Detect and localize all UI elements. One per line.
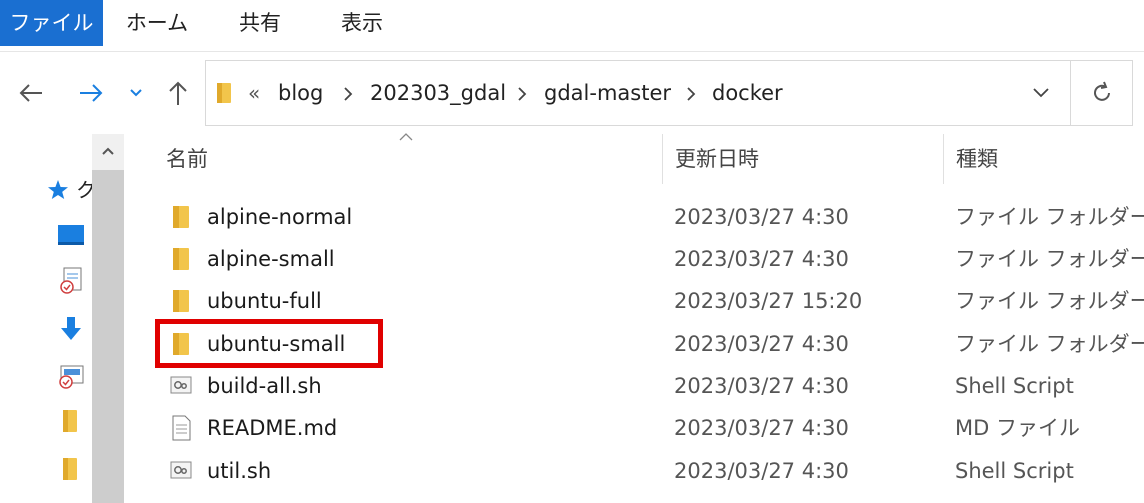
desktop-icon bbox=[58, 225, 84, 245]
back-button[interactable] bbox=[16, 76, 46, 110]
recent-locations-button[interactable] bbox=[124, 76, 148, 110]
column-header-date[interactable]: 更新日時 bbox=[675, 134, 759, 184]
file-name[interactable]: alpine-normal bbox=[207, 196, 352, 238]
overflow-chevron[interactable]: « bbox=[248, 61, 260, 125]
chevron-right-icon[interactable] bbox=[343, 86, 353, 102]
quick-access-item[interactable] bbox=[44, 176, 72, 204]
folder-item[interactable] bbox=[58, 454, 82, 484]
column-divider[interactable] bbox=[943, 134, 944, 184]
star-icon bbox=[48, 180, 68, 199]
tab-view[interactable]: 表示 bbox=[327, 0, 397, 46]
scrollbar-thumb[interactable] bbox=[92, 170, 124, 503]
up-button[interactable] bbox=[163, 76, 193, 110]
file-date: 2023/03/27 4:30 bbox=[674, 374, 849, 398]
file-date: 2023/03/27 4:30 bbox=[674, 205, 849, 229]
folder-icon bbox=[168, 288, 194, 314]
file-row[interactable]: README.md 2023/03/27 4:30 MD ファイル bbox=[124, 407, 1144, 449]
column-header-type[interactable]: 種類 bbox=[956, 134, 998, 184]
file-name[interactable]: README.md bbox=[207, 407, 337, 449]
file-row[interactable]: util.sh 2023/03/27 4:30 Shell Script bbox=[124, 450, 1144, 492]
file-row[interactable]: alpine-normal 2023/03/27 4:30 ファイル フォルダー bbox=[124, 196, 1144, 238]
crumb-gdal-master[interactable]: gdal-master bbox=[544, 61, 671, 125]
file-date: 2023/03/27 4:30 bbox=[674, 247, 849, 271]
crumb-blog[interactable]: blog bbox=[278, 61, 323, 125]
document-icon bbox=[168, 415, 194, 441]
file-name[interactable]: build-all.sh bbox=[207, 365, 322, 407]
tab-home[interactable]: ホーム bbox=[118, 0, 196, 46]
script-icon bbox=[168, 373, 194, 399]
column-header-name[interactable]: 名前 bbox=[166, 134, 208, 184]
tab-share[interactable]: 共有 bbox=[225, 0, 295, 46]
file-list: 名前 更新日時 種類 alpine-normal 2023/03/27 4:30 フ… bbox=[124, 133, 1144, 503]
file-date: 2023/03/27 4:30 bbox=[674, 459, 849, 483]
pictures-icon bbox=[59, 365, 84, 389]
chevron-right-icon[interactable] bbox=[686, 86, 696, 102]
folder-icon bbox=[168, 204, 194, 230]
sort-ascending-icon bbox=[399, 133, 413, 141]
forward-button[interactable] bbox=[76, 76, 106, 110]
chevron-down-icon[interactable] bbox=[1032, 87, 1050, 99]
script-icon bbox=[168, 458, 194, 484]
tab-file[interactable]: ファイル bbox=[0, 0, 103, 46]
address-bar[interactable]: « blog 202303_gdal gdal-master docker bbox=[205, 60, 1071, 126]
arrow-left-icon bbox=[19, 84, 42, 102]
file-row[interactable]: alpine-small 2023/03/27 4:30 ファイル フォルダー bbox=[124, 238, 1144, 280]
file-name[interactable]: ubuntu-small bbox=[207, 323, 345, 365]
ribbon: ファイル ホーム 共有 表示 bbox=[0, 0, 1144, 52]
refresh-button[interactable] bbox=[1071, 60, 1133, 126]
chevron-down-icon bbox=[130, 89, 142, 97]
file-row[interactable]: build-all.sh 2023/03/27 4:30 Shell Script bbox=[124, 365, 1144, 407]
chevron-up-icon bbox=[102, 147, 114, 155]
file-type: Shell Script bbox=[955, 374, 1074, 398]
downloads-item[interactable] bbox=[56, 314, 86, 344]
chevron-right-icon[interactable] bbox=[517, 86, 527, 102]
file-date: 2023/03/27 4:30 bbox=[674, 416, 849, 440]
file-type: ファイル フォルダー bbox=[955, 247, 1144, 271]
crumb-202303-gdal[interactable]: 202303_gdal bbox=[370, 61, 506, 125]
file-type: ファイル フォルダー bbox=[955, 289, 1144, 313]
file-type: ファイル フォルダー bbox=[955, 205, 1144, 229]
file-type: ファイル フォルダー bbox=[955, 332, 1144, 356]
folder-icon bbox=[63, 458, 77, 480]
arrow-up-icon bbox=[169, 81, 187, 105]
column-divider[interactable] bbox=[662, 134, 663, 184]
arrow-right-icon bbox=[80, 84, 103, 102]
refresh-icon bbox=[1093, 81, 1110, 101]
file-name[interactable]: ubuntu-full bbox=[207, 280, 322, 322]
file-type: MD ファイル bbox=[955, 416, 1080, 440]
file-name[interactable]: alpine-small bbox=[207, 238, 335, 280]
file-date: 2023/03/27 15:20 bbox=[674, 289, 863, 313]
folder-icon bbox=[63, 410, 77, 432]
file-date: 2023/03/27 4:30 bbox=[674, 332, 849, 356]
download-icon bbox=[61, 317, 81, 340]
folder-icon bbox=[168, 246, 194, 272]
pictures-item[interactable] bbox=[56, 362, 86, 392]
scroll-up-button[interactable] bbox=[92, 134, 124, 168]
file-type: Shell Script bbox=[955, 459, 1074, 483]
file-row[interactable]: ubuntu-small 2023/03/27 4:30 ファイル フォルダー bbox=[124, 323, 1144, 365]
desktop-item[interactable] bbox=[56, 222, 86, 248]
file-row[interactable]: ubuntu-full 2023/03/27 15:20 ファイル フォルダー bbox=[124, 280, 1144, 322]
file-name[interactable]: util.sh bbox=[207, 450, 271, 492]
documents-item[interactable] bbox=[56, 266, 86, 296]
folder-icon bbox=[168, 331, 194, 357]
documents-icon bbox=[60, 267, 82, 294]
navigation-bar: « blog 202303_gdal gdal-master docker bbox=[0, 52, 1144, 134]
folder-icon bbox=[217, 83, 231, 103]
crumb-docker[interactable]: docker bbox=[712, 61, 783, 125]
folder-item[interactable] bbox=[58, 406, 82, 436]
